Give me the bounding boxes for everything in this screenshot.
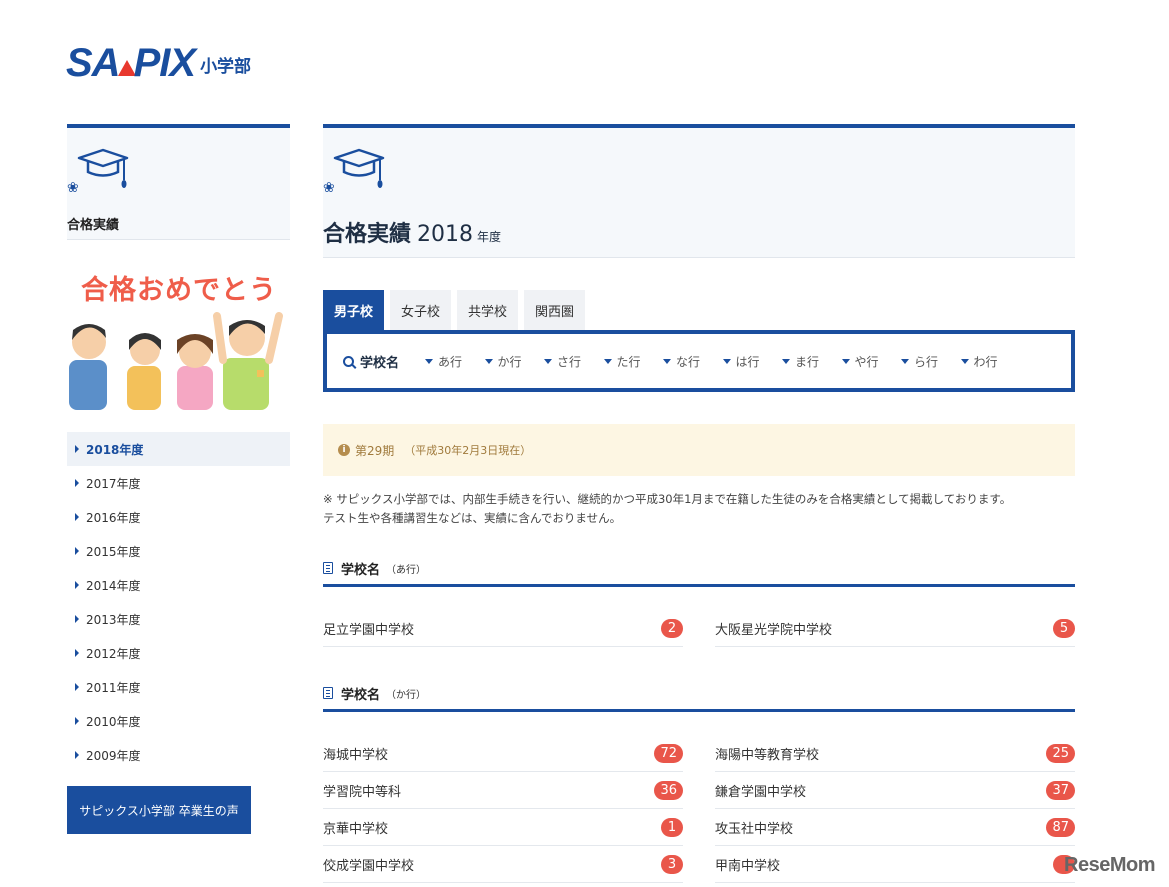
caret-right-icon bbox=[75, 479, 79, 487]
main-content: ❀ 合格実績 2018 年度 男子校 女子校 共学校 関西圏 学校名 あ行 か行 さ… bbox=[323, 124, 1075, 883]
school-type-tabs: 男子校 女子校 共学校 関西圏 bbox=[323, 290, 591, 330]
tab-coed-school[interactable]: 共学校 bbox=[457, 290, 519, 330]
school-row[interactable]: 甲南中学校 bbox=[715, 846, 1075, 883]
section-a-row: 学校名 （あ行） 足立学園中学校 2 大阪星光学院中学校 5 bbox=[323, 552, 1075, 647]
kana-link-ka[interactable]: か行 bbox=[484, 353, 545, 370]
year-link-2012[interactable]: 2012年度 bbox=[67, 636, 290, 670]
section-heading: 学校名 （か行） bbox=[323, 677, 1075, 712]
kana-link-ya[interactable]: や行 bbox=[841, 353, 902, 370]
book-icon bbox=[323, 562, 333, 574]
kana-link-ma[interactable]: ま行 bbox=[782, 353, 842, 370]
caret-right-icon bbox=[75, 683, 79, 691]
year-list: 2018年度 2017年度 2016年度 2015年度 2014年度 2013年… bbox=[67, 432, 290, 772]
sidebar: ❀ 合格実績 合格おめでとう 2018年度 2017年度 2016年度 2015… bbox=[67, 124, 290, 834]
tab-kansai[interactable]: 関西圏 bbox=[524, 290, 586, 330]
count-badge: 87 bbox=[1046, 817, 1075, 837]
section-ka-row: 学校名 （か行） 海城中学校 72 海陽中等教育学校 25 学習院中等科 36 鎌倉学園… bbox=[323, 677, 1075, 883]
year-link-2015[interactable]: 2015年度 bbox=[67, 534, 290, 568]
tab-girls-school[interactable]: 女子校 bbox=[390, 290, 452, 330]
year-link-2011[interactable]: 2011年度 bbox=[67, 670, 290, 704]
caret-down-icon bbox=[484, 358, 493, 364]
book-icon bbox=[323, 687, 333, 699]
caret-right-icon bbox=[75, 751, 79, 759]
sidebar-header: ❀ 合格実績 bbox=[67, 124, 290, 240]
caret-down-icon bbox=[722, 358, 731, 364]
school-row[interactable]: 足立学園中学校 2 bbox=[323, 610, 683, 647]
graduates-voice-button[interactable]: サピックス小学部 卒業生の声 bbox=[67, 786, 251, 834]
caret-right-icon bbox=[75, 717, 79, 725]
school-row[interactable]: 攻玉社中学校 87 bbox=[715, 809, 1075, 846]
kana-link-a[interactable]: あ行 bbox=[425, 353, 485, 370]
count-badge: 3 bbox=[661, 854, 683, 874]
svg-text:❀: ❀ bbox=[67, 180, 79, 196]
caret-right-icon bbox=[75, 581, 79, 589]
school-list: 海城中学校 72 海陽中等教育学校 25 学習院中等科 36 鎌倉学園中学校 37 京華… bbox=[323, 735, 1075, 883]
kana-link-sa[interactable]: さ行 bbox=[544, 353, 604, 370]
school-row[interactable]: 京華中学校 1 bbox=[323, 809, 683, 846]
svg-text:❀: ❀ bbox=[323, 180, 335, 196]
school-row[interactable]: 佼成学園中学校 3 bbox=[323, 846, 683, 883]
kana-filter-bar: 学校名 あ行 か行 さ行 た行 な行 は行 ま行 や行 ら行 わ行 bbox=[323, 330, 1075, 392]
logo-wordmark: SA PIX bbox=[66, 41, 196, 85]
disclaimer-note: ※ サピックス小学部では、内部生手続きを行い、継続的かつ平成30年1月まで在籍し… bbox=[323, 492, 1012, 525]
kana-link-ta[interactable]: た行 bbox=[603, 353, 664, 370]
page-title: 合格実績 2018 年度 bbox=[323, 222, 502, 247]
kana-link-ha[interactable]: は行 bbox=[722, 353, 783, 370]
year-link-2018[interactable]: 2018年度 bbox=[67, 432, 290, 466]
search-icon bbox=[343, 355, 354, 367]
caret-right-icon bbox=[75, 547, 79, 555]
graduation-cap-icon: ❀ bbox=[67, 148, 129, 196]
count-badge: 37 bbox=[1046, 780, 1075, 800]
year-link-2009[interactable]: 2009年度 bbox=[67, 738, 290, 772]
sidebar-title: 合格実績 bbox=[67, 218, 120, 233]
caret-right-icon bbox=[75, 615, 79, 623]
congratulations-banner[interactable]: 合格おめでとう bbox=[67, 260, 290, 410]
count-badge: 72 bbox=[654, 743, 683, 763]
kana-link-wa[interactable]: わ行 bbox=[960, 353, 1021, 370]
school-row[interactable]: 海陽中等教育学校 25 bbox=[715, 735, 1075, 772]
period-notice: i 第29期 （平成30年2月3日現在） bbox=[323, 424, 1075, 476]
caret-down-icon bbox=[901, 358, 910, 364]
year-link-2013[interactable]: 2013年度 bbox=[67, 602, 290, 636]
kana-link-ra[interactable]: ら行 bbox=[901, 353, 961, 370]
tab-boys-school[interactable]: 男子校 bbox=[323, 290, 385, 330]
year-link-2010[interactable]: 2010年度 bbox=[67, 704, 290, 738]
caret-right-icon bbox=[75, 445, 79, 453]
caret-down-icon bbox=[603, 358, 612, 364]
caret-right-icon bbox=[75, 649, 79, 657]
caret-down-icon bbox=[544, 358, 553, 364]
resemom-watermark: ReseMom bbox=[1064, 854, 1155, 876]
sapix-logo[interactable]: SA PIX 小学部 bbox=[66, 41, 252, 85]
count-badge: 25 bbox=[1046, 743, 1075, 763]
filter-label: 学校名 bbox=[343, 352, 399, 371]
count-badge: 36 bbox=[654, 780, 683, 800]
year-link-2017[interactable]: 2017年度 bbox=[67, 466, 290, 500]
school-row[interactable]: 海城中学校 72 bbox=[323, 735, 683, 772]
school-list: 足立学園中学校 2 大阪星光学院中学校 5 bbox=[323, 610, 1075, 647]
count-badge: 1 bbox=[661, 817, 683, 837]
kana-link-na[interactable]: な行 bbox=[663, 353, 723, 370]
school-row[interactable]: 大阪星光学院中学校 5 bbox=[715, 610, 1075, 647]
school-row[interactable]: 学習院中等科 36 bbox=[323, 772, 683, 809]
caret-down-icon bbox=[782, 358, 791, 364]
caret-down-icon bbox=[425, 358, 434, 364]
count-badge: 2 bbox=[661, 618, 683, 638]
school-row[interactable]: 鎌倉学園中学校 37 bbox=[715, 772, 1075, 809]
kids-illustration bbox=[69, 312, 283, 410]
info-icon: i bbox=[338, 444, 350, 456]
graduation-cap-icon: ❀ bbox=[323, 148, 385, 196]
main-header: ❀ 合格実績 2018 年度 bbox=[323, 124, 1075, 258]
logo-subtitle: 小学部 bbox=[200, 57, 252, 77]
count-badge: 5 bbox=[1053, 618, 1075, 638]
caret-down-icon bbox=[960, 358, 969, 364]
year-link-2016[interactable]: 2016年度 bbox=[67, 500, 290, 534]
caret-right-icon bbox=[75, 513, 79, 521]
section-heading: 学校名 （あ行） bbox=[323, 552, 1075, 587]
caret-down-icon bbox=[663, 358, 672, 364]
year-link-2014[interactable]: 2014年度 bbox=[67, 568, 290, 602]
caret-down-icon bbox=[841, 358, 850, 364]
